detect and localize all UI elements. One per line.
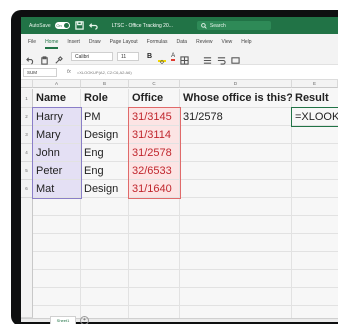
tab-file[interactable]: File (28, 39, 36, 45)
row-header-6[interactable]: 6 (21, 180, 33, 198)
clipboard-icon (41, 56, 48, 65)
paste-button[interactable] (40, 52, 49, 65)
tab-view[interactable]: View (222, 39, 233, 45)
tab-help[interactable]: Help (241, 39, 251, 45)
bold-button[interactable]: B (147, 53, 152, 60)
column-header-e[interactable]: E (292, 80, 338, 88)
undo-icon[interactable] (88, 21, 98, 30)
format-painter-button[interactable] (54, 52, 63, 64)
gridline (33, 233, 338, 234)
paint-bucket-icon (159, 59, 165, 64)
row-header-5[interactable]: 5 (21, 162, 33, 180)
gridline (33, 215, 338, 216)
ribbon-tabs: File Home Insert Draw Page Layout Formul… (21, 34, 338, 49)
tab-review[interactable]: Review (196, 39, 212, 45)
borders-button[interactable] (180, 52, 189, 65)
autosave-toggle[interactable]: On (54, 22, 70, 29)
row-header-3[interactable]: 3 (21, 126, 33, 144)
gridline (33, 287, 338, 288)
name-box[interactable]: SUM (23, 67, 57, 77)
toggle-knob (63, 23, 69, 28)
cell-a4[interactable]: John (33, 144, 81, 162)
tab-draw[interactable]: Draw (89, 39, 101, 45)
align-icon (203, 57, 212, 64)
cell-b3[interactable]: Design (81, 126, 129, 144)
column-header-a[interactable]: A (33, 80, 81, 88)
font-size-select[interactable]: 11 (117, 52, 139, 61)
cell-b6[interactable]: Design (81, 180, 129, 198)
search-icon (201, 22, 207, 29)
cell-e1[interactable]: Result (292, 89, 338, 108)
cell-b4[interactable]: Eng (81, 144, 129, 162)
select-all-corner[interactable] (21, 80, 33, 88)
formula-bar: SUM fx =XLOOKUP(A2, C2:C6,A2:A6) (21, 65, 338, 80)
borders-icon (180, 56, 189, 65)
autosave-state: On (56, 23, 62, 28)
photo-frame: AutoSave On LTSC - Office Tracking 20...… (0, 0, 338, 324)
gridline (33, 269, 338, 270)
cell-c3[interactable]: 31/3114 (129, 126, 180, 144)
fx-icon[interactable]: fx (67, 69, 71, 75)
row-header-2[interactable]: 2 (21, 108, 33, 126)
search-box[interactable]: Search (196, 21, 271, 30)
cell-a2[interactable]: Harry (33, 108, 81, 126)
align-button[interactable] (203, 52, 212, 64)
cell-d1[interactable]: Whose office is this? (180, 89, 292, 108)
undo-arrow-icon (26, 57, 34, 65)
cell-a6[interactable]: Mat (33, 180, 81, 198)
column-header-d[interactable]: D (180, 80, 292, 88)
formula-input[interactable]: =XLOOKUP(A2, C2:C6,A2:A6) (77, 70, 132, 75)
cell-c6[interactable]: 31/1640 (129, 180, 180, 198)
cell-a1[interactable]: Name (33, 89, 81, 108)
cell-d2[interactable]: 31/2578 (180, 108, 292, 126)
merge-icon (231, 57, 240, 64)
undo-button[interactable] (26, 52, 35, 65)
cell-a3[interactable]: Mary (33, 126, 81, 144)
row-header-empty (21, 198, 33, 318)
row-header-4[interactable]: 4 (21, 144, 33, 162)
column-header-b[interactable]: B (81, 80, 129, 88)
row-header-1[interactable]: 1 (21, 89, 33, 108)
autosave-label: AutoSave (29, 22, 51, 29)
tab-data[interactable]: Data (177, 39, 188, 45)
tab-page-layout[interactable]: Page Layout (110, 39, 138, 45)
wrap-icon (217, 57, 226, 65)
search-placeholder: Search (209, 22, 226, 29)
cell-c1[interactable]: Office (129, 89, 180, 108)
cell-c5[interactable]: 32/6533 (129, 162, 180, 180)
font-name-select[interactable]: Calibri (71, 52, 113, 61)
excel-window: AutoSave On LTSC - Office Tracking 20...… (21, 17, 338, 322)
gridline (33, 305, 338, 306)
wrap-button[interactable] (217, 52, 226, 65)
cell-c2[interactable]: 31/3145 (129, 108, 180, 126)
fill-color-button[interactable] (158, 52, 167, 64)
add-sheet-button[interactable]: + (80, 316, 89, 324)
tab-insert[interactable]: Insert (67, 39, 80, 45)
font-color-button[interactable]: A (171, 53, 176, 61)
cell-b1[interactable]: Role (81, 89, 129, 108)
gridline (33, 251, 338, 252)
column-header-c[interactable]: C (129, 80, 180, 88)
cell-e2[interactable]: =XLOOKU (292, 108, 338, 126)
sheet-tab-sheet1[interactable]: Sheet1 (50, 316, 76, 324)
tab-home[interactable]: Home (45, 39, 59, 49)
brush-icon (55, 56, 63, 64)
cell-b5[interactable]: Eng (81, 162, 129, 180)
merge-button[interactable] (231, 52, 240, 64)
cell-a5[interactable]: Peter (33, 162, 81, 180)
document-title[interactable]: LTSC - Office Tracking 20... (112, 23, 173, 29)
cell-c4[interactable]: 31/2578 (129, 144, 180, 162)
save-icon[interactable] (74, 21, 84, 30)
title-bar: AutoSave On LTSC - Office Tracking 20...… (21, 17, 338, 34)
home-toolbar: Calibri 11 B A (21, 49, 338, 65)
tab-formulas[interactable]: Formulas (147, 39, 168, 45)
cell-b2[interactable]: PM (81, 108, 129, 126)
